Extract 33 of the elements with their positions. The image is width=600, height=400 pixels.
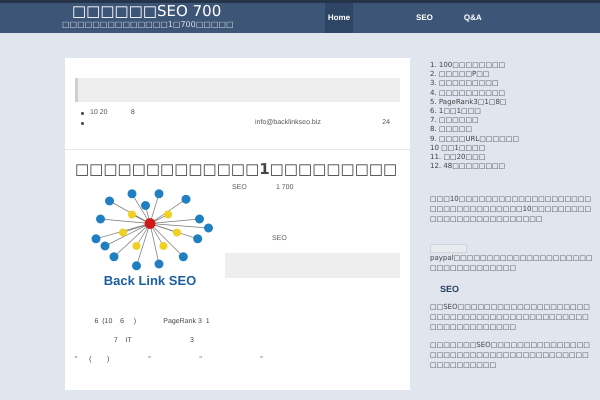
bullet-icon xyxy=(81,122,84,124)
network-node xyxy=(128,189,136,198)
network-node xyxy=(164,210,172,219)
logo-caption: Back Link SEO xyxy=(104,273,196,289)
network-node xyxy=(132,242,141,250)
network-node xyxy=(144,218,156,229)
network-node xyxy=(154,189,164,198)
network-node xyxy=(100,242,110,250)
site-title[interactable]: □□□□□□SEO 700 xyxy=(62,3,325,20)
network-node xyxy=(204,224,213,232)
network-node xyxy=(92,234,100,244)
site-tagline: □□□□□□□□□□□□□□1□700□□□□□ xyxy=(62,20,235,29)
nav-link[interactable]: Home xyxy=(325,3,353,33)
sidebar-heading: SEO xyxy=(440,283,460,296)
network-node xyxy=(193,234,202,244)
nav-link[interactable]: SEO xyxy=(413,3,436,33)
network-node xyxy=(154,260,164,268)
network-node xyxy=(178,252,188,262)
network-node xyxy=(128,210,136,219)
network-node xyxy=(195,214,204,224)
image-placeholder xyxy=(430,244,467,254)
network-node xyxy=(182,194,190,204)
network-node xyxy=(159,242,168,250)
network-node xyxy=(96,214,105,224)
network-node xyxy=(132,261,141,270)
post-title[interactable]: □□□□□□□□□□□□□1□□□□□□□□□ xyxy=(75,159,400,179)
network-node xyxy=(141,201,150,210)
network-node xyxy=(105,196,114,206)
network-node xyxy=(172,228,182,237)
network-node xyxy=(118,228,128,237)
nav-link[interactable]: Q&A xyxy=(460,3,485,33)
bullet-icon xyxy=(81,112,84,114)
network-node xyxy=(110,252,118,262)
